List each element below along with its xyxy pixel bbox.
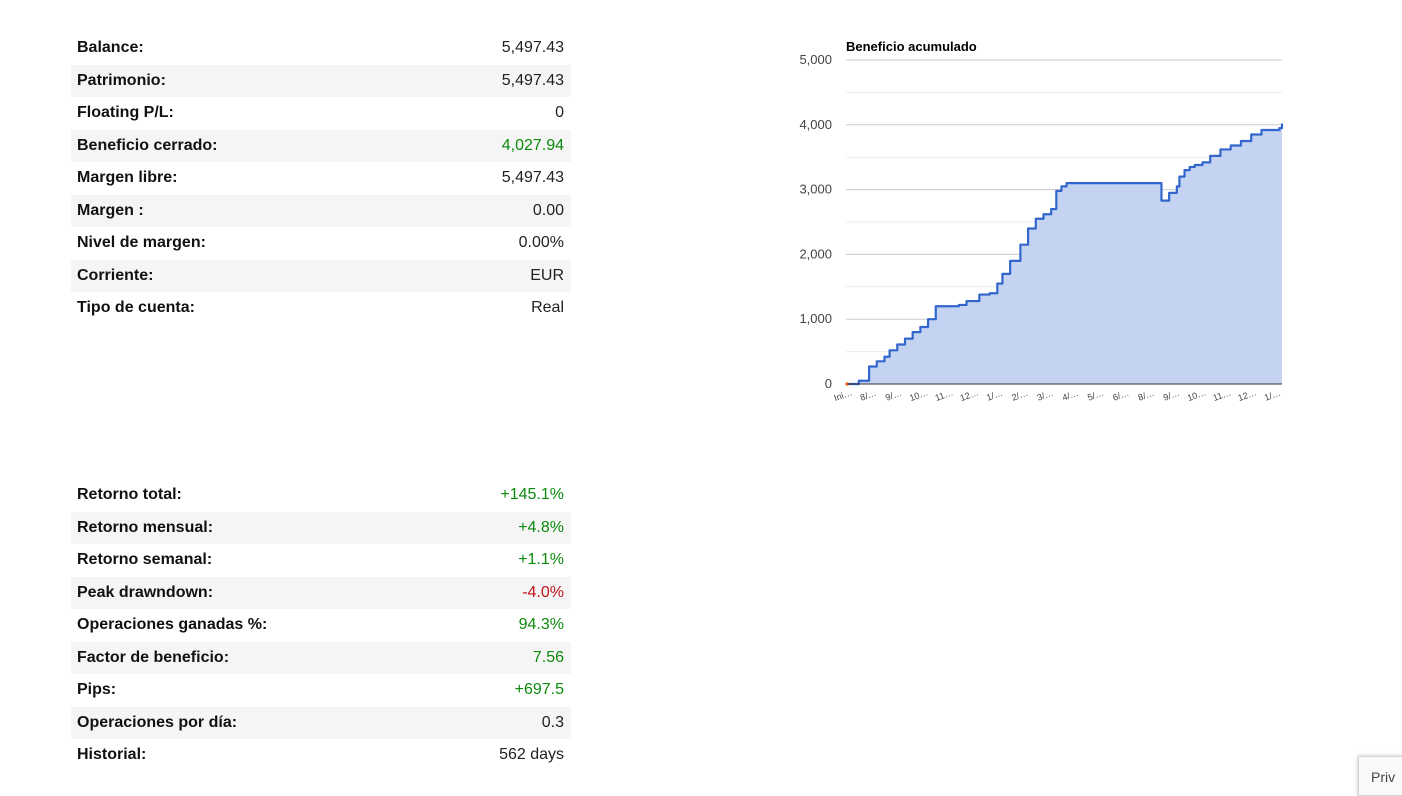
performance-stat-row: Factor de beneficio: 7.56 (71, 641, 571, 674)
performance-stat-label: Operaciones por día: (71, 706, 432, 739)
account-stat-row: Floating P/L: 0 (71, 97, 571, 130)
account-stat-label: Floating P/L: (77, 104, 174, 122)
x-tick-label: 2/… (1010, 388, 1029, 403)
x-tick-label: 12… (1237, 387, 1258, 403)
x-tick-label: 11… (934, 387, 955, 403)
performance-stat-row: Retorno semanal: +1.1% (71, 544, 571, 577)
account-stat-value: 4,027.94 (405, 129, 571, 162)
performance-stat-label: Operaciones ganadas %: (77, 616, 268, 634)
profit-area-fill (846, 123, 1282, 384)
account-stat-label: Margen libre: (77, 169, 178, 187)
account-stat-value: 0.00% (518, 234, 564, 252)
x-tick-label: 5/… (1086, 388, 1105, 403)
x-tick-label: 8/… (859, 388, 878, 403)
performance-stat-value: 7.56 (431, 641, 571, 674)
performance-stat-value: +4.8% (431, 511, 571, 544)
y-tick-label: 4,000 (799, 117, 832, 132)
performance-stat-value: 562 days (499, 746, 564, 764)
account-stat-value: 0 (555, 104, 564, 122)
account-stat-row: Margen :0.00 (71, 194, 571, 227)
x-tick-label: 1/… (985, 388, 1004, 403)
start-point-marker (845, 382, 849, 386)
performance-stat-label: Peak drawndown: (71, 576, 432, 609)
account-stat-value: 0.00 (405, 194, 571, 227)
account-stat-label: Balance: (77, 39, 144, 57)
x-tick-label: 8/… (1137, 388, 1156, 403)
account-stat-label: Nivel de margen: (77, 234, 206, 252)
performance-stat-label: Pips: (77, 681, 117, 699)
account-stat-value: 5,497.43 (405, 64, 571, 97)
performance-stat-value: -4.0% (431, 576, 571, 609)
performance-stat-row: Retorno mensual: +4.8% (71, 511, 571, 544)
y-tick-label: 2,000 (799, 246, 832, 261)
performance-body: Retorno total: +145.1% Retorno mensual: +4.… (71, 479, 571, 772)
account-stat-label: Corriente: (71, 259, 406, 292)
performance-stat-label: Factor de beneficio: (71, 641, 432, 674)
performance-stat-row: Operaciones ganadas %: 94.3% (71, 609, 571, 642)
x-tick-label: 11… (1212, 387, 1233, 403)
account-stat-row: Tipo de cuenta: Real (71, 292, 571, 325)
account-stat-label: Margen : (71, 194, 406, 227)
account-stat-label: Patrimonio: (71, 64, 406, 97)
performance-stat-value: +1.1% (518, 551, 564, 569)
x-tick-label: 1/… (1263, 388, 1282, 403)
x-tick-label: Ini… (833, 387, 854, 403)
account-stat-value: 5,497.43 (501, 39, 564, 57)
y-tick-label: 1,000 (799, 311, 832, 326)
performance-table: Retorno total: +145.1% Retorno mensual: +4.… (71, 479, 571, 772)
x-tick-label: 10… (908, 387, 929, 403)
x-tick-label: 10… (1186, 387, 1207, 403)
y-tick-label: 3,000 (799, 182, 832, 197)
account-summary-body: Balance: 5,497.43 Patrimonio: 5,497.43 Float… (71, 32, 571, 325)
y-tick-label: 5,000 (799, 52, 832, 67)
account-summary-table: Balance: 5,497.43 Patrimonio: 5,497.43 Float… (71, 32, 571, 325)
performance-stat-value: 0.3 (431, 706, 571, 739)
privacy-badge[interactable]: Priv (1358, 756, 1402, 796)
performance-stat-row: Pips: +697.5 (71, 674, 571, 707)
account-stat-row: Balance: 5,497.43 (71, 32, 571, 65)
account-stat-row: Nivel de margen: 0.00% (71, 227, 571, 260)
account-stat-row: Patrimonio: 5,497.43 (71, 64, 571, 97)
x-tick-label: 3/… (1036, 388, 1055, 403)
y-tick-label: 0 (825, 376, 832, 391)
performance-stat-row: Historial: 562 days (71, 739, 571, 772)
performance-stat-label: Retorno mensual: (71, 511, 432, 544)
account-stat-row: Corriente: EUR (71, 259, 571, 292)
x-tick-label: 9/… (1162, 388, 1181, 403)
account-stat-row: Beneficio cerrado: 4,027.94 (71, 129, 571, 162)
cumulative-profit-chart-svg: Beneficio acumulado 0 1,000 2,000 3,000 4,00… (799, 39, 1284, 403)
x-tick-label: 12… (959, 387, 980, 403)
account-stat-value: EUR (405, 259, 571, 292)
x-tick-label: 4/… (1061, 388, 1080, 403)
performance-stat-label: Retorno semanal: (77, 551, 213, 569)
performance-stat-value: 94.3% (518, 616, 564, 634)
x-tick-label: 9/… (884, 388, 903, 403)
chart-title: Beneficio acumulado (846, 39, 977, 54)
x-tick-label: 6/… (1111, 388, 1130, 403)
account-stat-label: Beneficio cerrado: (71, 129, 406, 162)
performance-stat-value: +697.5 (514, 681, 564, 699)
performance-stat-label: Retorno total: (77, 486, 182, 504)
performance-stat-value: +145.1% (500, 486, 564, 504)
cumulative-profit-chart: Beneficio acumulado 0 1,000 2,000 3,000 4,00… (780, 30, 1300, 420)
performance-stat-label: Historial: (77, 746, 147, 764)
account-stat-label: Tipo de cuenta: (77, 299, 195, 317)
performance-stat-row: Retorno total: +145.1% (71, 479, 571, 512)
performance-stat-row: Operaciones por día: 0.3 (71, 706, 571, 739)
account-stat-value: Real (531, 299, 564, 317)
performance-stat-row: Peak drawndown: -4.0% (71, 576, 571, 609)
account-stat-row: Margen libre: 5,497.43 (71, 162, 571, 195)
account-stat-value: 5,497.43 (501, 169, 564, 187)
